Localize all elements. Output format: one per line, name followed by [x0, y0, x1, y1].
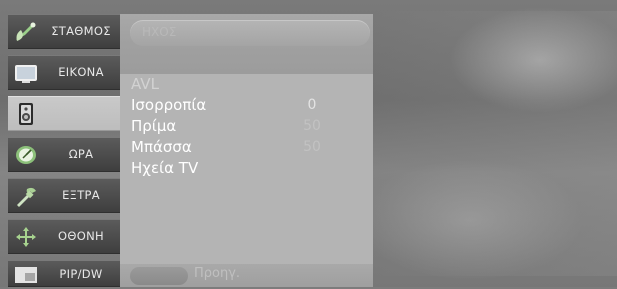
menu-item-avl[interactable]: AVL: [120, 74, 373, 95]
wrench-icon: [12, 183, 40, 209]
picture-icon: [12, 60, 40, 86]
sidebar-item-label: ΩΡΑ: [68, 147, 94, 161]
panel-footer: Προηγ.: [120, 264, 373, 287]
sound-settings-panel: ΗΧΟΣ AVL Ισορροπία 0 Πρίμα 50 Μπάσσα 50 …: [120, 14, 373, 287]
sidebar-item-picture[interactable]: ΕΙΚΟΝΑ: [8, 55, 120, 90]
sidebar-item-sound[interactable]: [8, 96, 120, 131]
sound-menu-list: AVL Ισορροπία 0 Πρίμα 50 Μπάσσα 50 Ηχεία…: [120, 74, 373, 179]
menu-item-label: AVL: [131, 75, 159, 93]
speaker-icon: [12, 101, 40, 127]
sidebar-item-label: [46, 97, 116, 130]
menu-item-bass[interactable]: Μπάσσα 50: [120, 137, 373, 158]
sidebar-item-station[interactable]: ΣΤΑΘΜΟΣ: [8, 14, 120, 49]
sidebar-item-label: ΕΞΤΡΑ: [62, 188, 100, 202]
sidebar-item-pip[interactable]: PIP/DW: [8, 260, 120, 287]
sidebar-item-time[interactable]: ΩΡΑ: [8, 137, 120, 172]
cross-arrows-icon: [12, 224, 40, 250]
sidebar-item-extra[interactable]: ΕΞΤΡΑ: [8, 178, 120, 213]
sidebar-item-screen[interactable]: ΟΘΟΝΗ: [8, 219, 120, 254]
previous-label: Προηγ.: [194, 266, 241, 281]
sidebar-item-label: ΕΙΚΟΝΑ: [58, 65, 104, 79]
sidebar-item-label: ΣΤΑΘΜΟΣ: [51, 24, 111, 38]
sidebar-menu: ΣΤΑΘΜΟΣ ΕΙΚΟΝΑ ΩΡΑ ΕΞΤΡΑ ΟΘΟΝΗ PIP/DW: [8, 14, 120, 287]
panel-header: ΗΧΟΣ: [120, 14, 373, 74]
menu-item-value: 0: [307, 97, 317, 113]
menu-item-value: 50: [303, 139, 321, 155]
panel-title: ΗΧΟΣ: [142, 25, 177, 39]
menu-item-tv-speakers[interactable]: Ηχεία TV: [120, 158, 373, 179]
clock-icon: [12, 142, 40, 168]
menu-item-balance[interactable]: Ισορροπία 0: [120, 95, 373, 116]
menu-item-label: Μπάσσα: [131, 138, 192, 156]
menu-item-label: Ισορροπία: [131, 96, 207, 114]
sidebar-item-label: PIP/DW: [59, 267, 103, 281]
menu-item-value: 50: [303, 118, 321, 134]
sidebar-item-label: ΟΘΟΝΗ: [58, 229, 104, 243]
pip-icon: [12, 263, 40, 289]
satellite-dish-icon: [12, 19, 40, 45]
previous-button[interactable]: [130, 267, 188, 285]
menu-item-treble[interactable]: Πρίμα 50: [120, 116, 373, 137]
menu-item-label: Πρίμα: [131, 117, 177, 135]
menu-item-label: Ηχεία TV: [131, 159, 199, 177]
